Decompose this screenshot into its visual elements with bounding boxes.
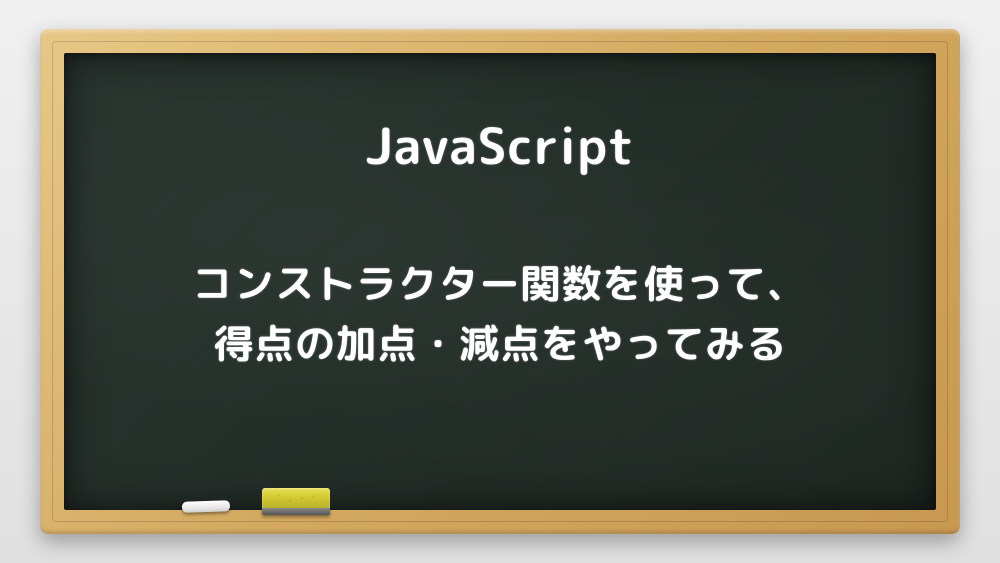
- chalkboard-frame: JavaScript コンストラクター関数を使って、 得点の加点・減点をやってみ…: [40, 29, 960, 534]
- chalk-ledge: [64, 506, 936, 514]
- chalkboard: JavaScript コンストラクター関数を使って、 得点の加点・減点をやってみ…: [64, 53, 936, 510]
- chalk-icon: [182, 500, 230, 513]
- eraser-icon: [262, 488, 330, 514]
- subtitle-text: コンストラクター関数を使って、 得点の加点・減点をやってみる: [193, 253, 808, 373]
- subtitle-line-2: 得点の加点・減点をやってみる: [213, 315, 787, 371]
- title-text: JavaScript: [365, 108, 635, 183]
- subtitle-line-1: コンストラクター関数を使って、: [193, 255, 808, 311]
